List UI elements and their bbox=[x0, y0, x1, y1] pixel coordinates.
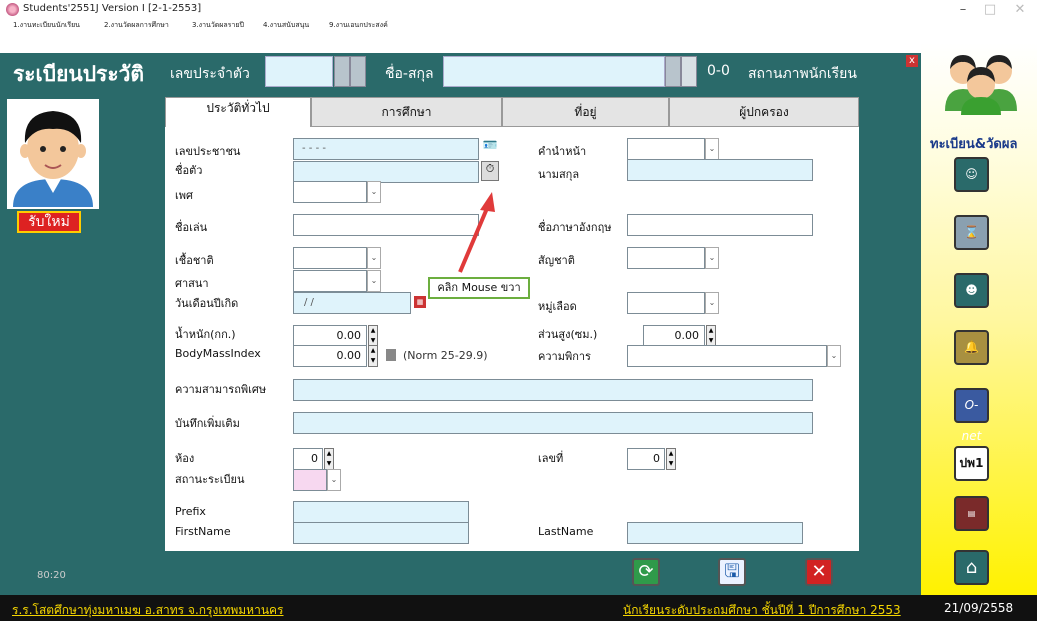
home-button[interactable]: ⌂ bbox=[954, 550, 989, 585]
cancel-button[interactable]: ✕ bbox=[805, 558, 833, 586]
registration-evaluation-label: ทะเบียน&วัดผล bbox=[930, 137, 1018, 152]
pw1-button[interactable]: ปพ1 bbox=[954, 446, 989, 481]
status-bar: ร.ร.โสตศึกษาทุ่งมหาเมฆ อ.สาทร จ.กรุงเทพม… bbox=[0, 595, 1037, 621]
callout-arrow bbox=[458, 192, 495, 273]
onet-button[interactable]: O-net bbox=[954, 388, 989, 443]
ratio-text: 80:20 bbox=[37, 570, 66, 581]
code-student-button[interactable]: ▤ bbox=[954, 496, 989, 531]
right-panel: ทะเบียน&วัดผล ☺ ⌛ ☻ 🔔 O-net ปพ1 ▤ ⌂ bbox=[921, 43, 1037, 595]
student-record-button[interactable]: ☺ bbox=[954, 157, 989, 192]
students-group-icon bbox=[945, 55, 1017, 115]
academic-level: นักเรียนระดับประถมศึกษา ชั้นปีที่ 1 ปีกา… bbox=[623, 603, 901, 617]
school-name: ร.ร.โสตศึกษาทุ่งมหาเมฆ อ.สาทร จ.กรุงเทพม… bbox=[12, 603, 284, 617]
action-bar: 80:20 ⟳ 🖫 ✕ bbox=[0, 553, 921, 595]
bell-button[interactable]: 🔔 bbox=[954, 330, 989, 365]
save-button[interactable]: 🖫 bbox=[718, 558, 746, 586]
student-profile-button[interactable]: ☻ bbox=[954, 273, 989, 308]
app-window: Students'2551J Version I [2-1-2553] – □ … bbox=[0, 0, 1037, 621]
right-click-callout: คลิก Mouse ขวา bbox=[428, 277, 530, 299]
refresh-button[interactable]: ⟳ bbox=[632, 558, 660, 586]
current-date: 21/09/2558 bbox=[944, 601, 1014, 615]
history-button[interactable]: ⌛ bbox=[954, 215, 989, 250]
